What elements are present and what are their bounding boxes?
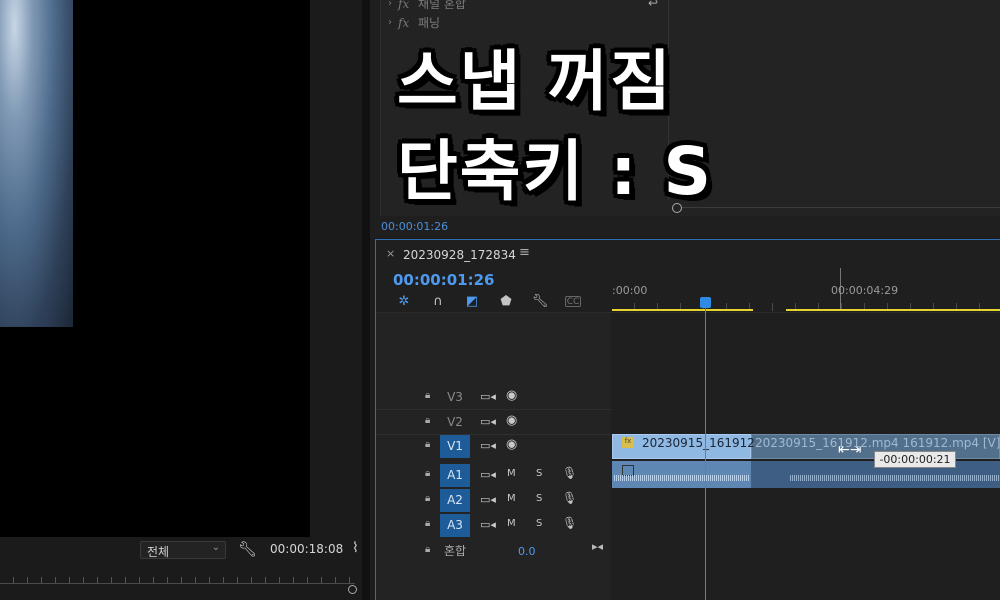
linked-selection-icon[interactable]: ◩ <box>463 294 481 310</box>
audio-waveform <box>614 475 749 481</box>
wrench-icon[interactable]: 🔧︎ <box>238 540 257 558</box>
microphone-icon[interactable]: 🎙︎ <box>562 491 577 505</box>
sync-icon[interactable]: ▭◂ <box>480 415 496 428</box>
captions-icon[interactable]: CC <box>565 296 581 307</box>
monitor-time-ruler[interactable] <box>0 570 355 584</box>
microphone-icon[interactable]: 🎙︎ <box>562 516 577 530</box>
add-marker-icon[interactable]: ⬟ <box>497 294 515 310</box>
video-clip-label: 20230915_161912. <box>642 436 759 450</box>
track-name[interactable]: A3 <box>440 514 470 537</box>
lock-icon[interactable]: 🔒︎ <box>425 439 430 450</box>
track-a3[interactable]: 🔒︎ A3 ▭◂ M S 🎙︎ <box>376 513 1000 538</box>
sync-icon[interactable]: ▭◂ <box>480 493 496 506</box>
track-name[interactable]: V3 <box>440 386 470 409</box>
wrench-icon[interactable]: 🔧︎ <box>531 294 549 310</box>
effect-row-label: 채널 혼합 <box>418 0 466 11</box>
track-name[interactable]: V2 <box>440 411 470 434</box>
solo-button[interactable]: S <box>536 518 542 529</box>
work-area-bar[interactable] <box>612 309 753 311</box>
zoom-handle[interactable] <box>348 585 357 594</box>
track-v2[interactable]: 🔒︎ V2 ▭◂ ◉ <box>376 410 1000 435</box>
lock-icon[interactable]: 🔒︎ <box>425 544 430 555</box>
sync-icon[interactable]: ▭◂ <box>480 439 496 452</box>
ruler-label: :00:00 <box>612 284 648 297</box>
eye-icon[interactable]: ◉ <box>506 413 517 428</box>
trim-offset-tooltip: -00:00:00:21 <box>874 451 956 468</box>
close-icon[interactable]: × <box>386 247 395 260</box>
panel-menu-icon[interactable]: ≡ <box>519 245 530 260</box>
fit-dropdown-value: 전체 <box>147 545 170 559</box>
lock-icon[interactable]: 🔒︎ <box>425 415 430 426</box>
playhead-timecode[interactable]: 00:00:01:26 <box>393 271 495 289</box>
lock-icon[interactable]: 🔒︎ <box>425 518 430 529</box>
fit-dropdown[interactable]: 전체 ⌄ <box>140 541 226 559</box>
mute-button[interactable]: M <box>507 493 516 504</box>
work-area-bar[interactable] <box>786 309 1000 311</box>
lock-icon[interactable]: 🔒︎ <box>425 493 430 504</box>
eye-icon[interactable]: ◉ <box>506 437 517 452</box>
effect-controls-timecode: 00:00:01:26 <box>381 220 449 233</box>
track-a2[interactable]: 🔒︎ A2 ▭◂ M S 🎙︎ <box>376 488 1000 513</box>
solo-button[interactable]: S <box>536 468 542 479</box>
track-name[interactable]: A2 <box>440 489 470 512</box>
solo-button[interactable]: S <box>536 493 542 504</box>
eye-icon[interactable]: ◉ <box>506 388 517 403</box>
microphone-icon[interactable]: 🎙︎ <box>562 466 577 480</box>
mix-track-name: 혼합 <box>444 544 467 558</box>
fx-badge-icon: fx <box>622 437 634 448</box>
mix-volume-value[interactable]: 0.0 <box>518 545 536 558</box>
playhead-line[interactable] <box>705 306 706 600</box>
snap-magnet-icon[interactable]: ∩ <box>429 294 447 310</box>
go-to-end-icon[interactable]: ▸◂ <box>592 540 603 553</box>
overlay-caption-title: 스냅 꺼짐 <box>397 43 673 120</box>
nest-sequence-icon[interactable]: ✲ <box>395 294 413 310</box>
duration-timecode: 00:00:18:08 <box>270 542 344 556</box>
video-frame-image <box>0 0 73 327</box>
expand-arrow-icon[interactable]: › <box>382 17 398 28</box>
sequence-tab[interactable]: 20230928_172834 <box>403 248 516 262</box>
mute-button[interactable]: M <box>507 468 516 479</box>
chevron-down-icon: ⌄ <box>211 542 220 553</box>
overlay-caption-shortcut: 단축키 : S <box>397 133 714 210</box>
reset-icon[interactable]: ↩ <box>648 0 658 10</box>
video-clip-ghost-label: 20230915_161912.mp4 161912.mp4 [V] <box>755 436 1000 450</box>
track-name[interactable]: A1 <box>440 464 470 487</box>
fx-icon[interactable]: fx <box>398 0 418 11</box>
lock-icon[interactable]: 🔒︎ <box>425 468 430 479</box>
trim-cursor-icon: ⇤⇥ <box>838 442 862 458</box>
mute-button[interactable]: M <box>507 518 516 529</box>
lock-icon[interactable]: 🔒︎ <box>425 390 430 401</box>
panel-divider[interactable] <box>362 0 370 600</box>
effect-row-channel-mixer[interactable]: › fx 채널 혼합 <box>382 0 466 13</box>
sync-icon[interactable]: ▭◂ <box>480 468 496 481</box>
sync-icon[interactable]: ▭◂ <box>480 518 496 531</box>
track-v3[interactable]: 🔒︎ V3 ▭◂ ◉ <box>376 385 1000 410</box>
sync-icon[interactable]: ▭◂ <box>480 390 496 403</box>
mark-out-icon[interactable]: ⌇ <box>352 540 359 556</box>
effects-scrollbar[interactable] <box>682 207 1000 208</box>
audio-waveform <box>790 475 1000 481</box>
ruler-label: 00:00:04:29 <box>831 284 899 297</box>
expand-arrow-icon[interactable]: › <box>382 0 398 9</box>
track-name[interactable]: V1 <box>440 435 470 458</box>
